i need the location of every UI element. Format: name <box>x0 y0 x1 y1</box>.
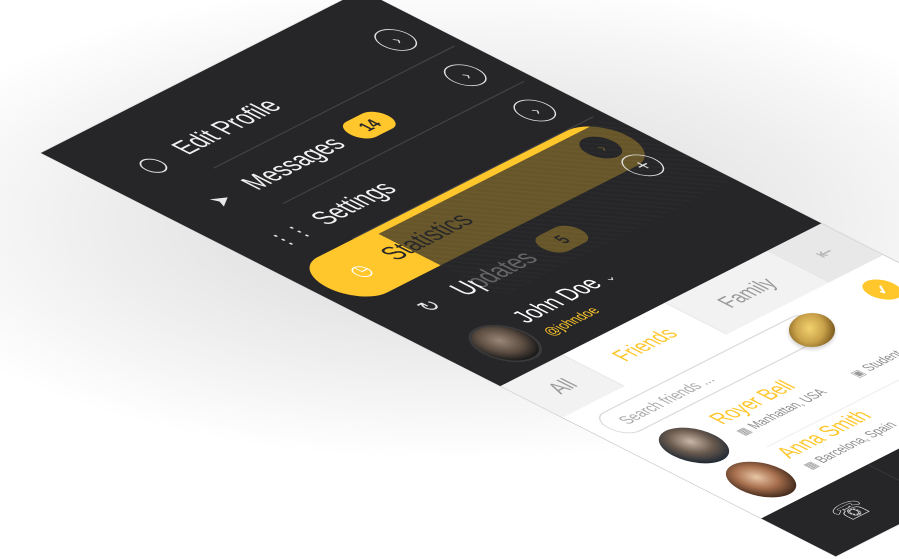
floating-avatar[interactable] <box>789 313 835 347</box>
chevron-right-icon[interactable]: › <box>365 24 426 56</box>
chevron-right-icon[interactable]: › <box>504 95 565 126</box>
sliders-icon: ⋮⋮ <box>261 220 319 250</box>
clock-icon: ◷ <box>340 260 380 281</box>
chevron-right-icon[interactable]: › <box>435 60 496 91</box>
user-icon: ◯ <box>129 153 173 176</box>
avatar <box>454 317 557 370</box>
friend-role: ▣Student <box>847 349 899 380</box>
send-icon: ➤ <box>201 190 240 210</box>
scene: ◯ Edit Profile › ➤ Messages 14 › ⋮⋮ Sett… <box>0 0 899 559</box>
friend-role-text: Student <box>858 348 899 374</box>
check-icon[interactable]: ✓ <box>854 275 899 304</box>
messages-count-badge: 14 <box>335 107 404 143</box>
refresh-icon: ↻ <box>410 296 449 316</box>
